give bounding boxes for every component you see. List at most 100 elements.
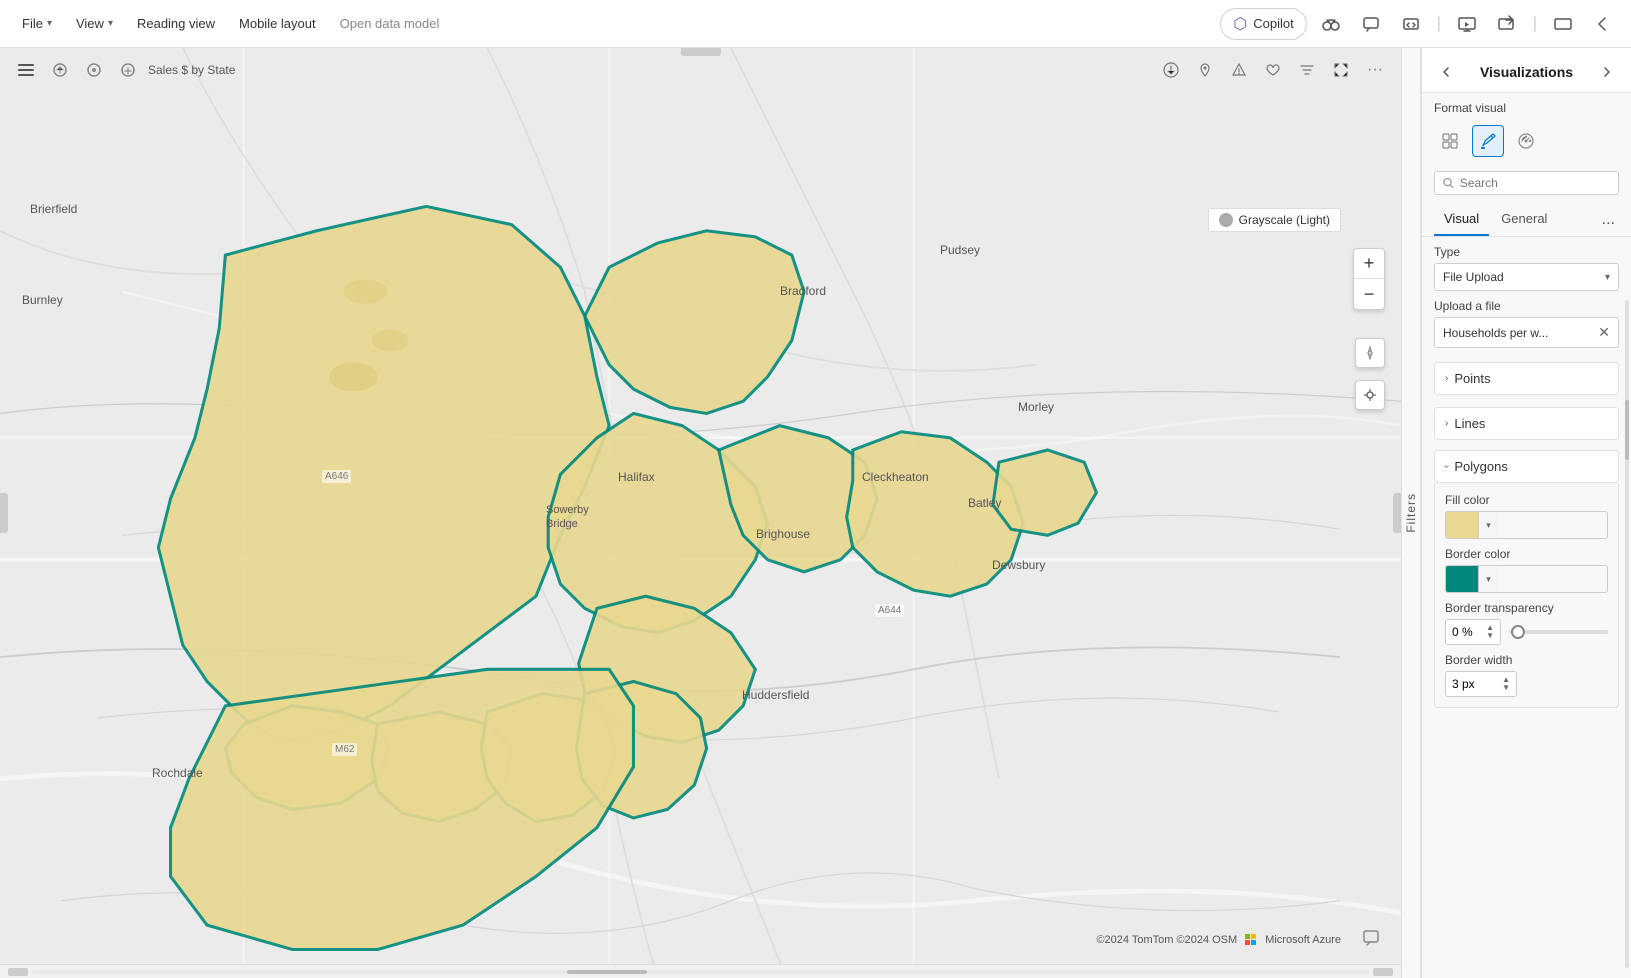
map-compass-btn[interactable] xyxy=(1355,338,1385,368)
collapse-left-icon xyxy=(1439,65,1453,79)
map-more-btn[interactable]: ··· xyxy=(1361,56,1389,84)
viz-grid-icon-btn[interactable] xyxy=(1434,125,1466,157)
tab-more-btn[interactable]: ... xyxy=(1598,207,1619,233)
more-dots-icon: ··· xyxy=(1367,61,1383,79)
border-color-group: Border color ▾ xyxy=(1445,547,1608,593)
back-btn[interactable] xyxy=(1587,8,1619,40)
share-icon xyxy=(1498,15,1516,33)
map-comment-btn[interactable] xyxy=(1357,924,1385,952)
polygons-arrow-icon: › xyxy=(1441,465,1452,468)
fill-color-dropdown-arrow: ▾ xyxy=(1478,511,1498,539)
map-expand-btn[interactable] xyxy=(1327,56,1355,84)
border-color-btn[interactable]: ▾ xyxy=(1445,565,1608,593)
viz-format-icon-btn[interactable] xyxy=(1472,125,1504,157)
map-cursor-btn[interactable] xyxy=(80,56,108,84)
map-icons-right: ··· xyxy=(1157,56,1389,84)
stepper-down-btn[interactable]: ▼ xyxy=(1486,632,1494,640)
fill-color-btn[interactable]: ▾ xyxy=(1445,511,1608,539)
zoom-out-btn[interactable]: − xyxy=(1354,279,1384,309)
upload-clear-btn[interactable]: ✕ xyxy=(1598,324,1610,341)
filters-tab-label: Filters xyxy=(1404,493,1418,533)
tab-general[interactable]: General xyxy=(1491,203,1557,236)
map-like-btn[interactable] xyxy=(1259,56,1287,84)
viz-panel-header: Visualizations xyxy=(1422,48,1631,93)
lines-header[interactable]: › Lines xyxy=(1435,408,1618,439)
tab-visual[interactable]: Visual xyxy=(1434,203,1489,236)
viz-analytics-icon-btn[interactable] xyxy=(1510,125,1542,157)
map-toolbar: Sales $ by State xyxy=(0,56,1401,84)
points-header[interactable]: › Points xyxy=(1435,363,1618,394)
binoculars-btn[interactable] xyxy=(1315,8,1347,40)
fill-color-swatch xyxy=(1446,511,1478,539)
map-pin-btn[interactable] xyxy=(1191,56,1219,84)
map-locate-btn[interactable] xyxy=(1355,380,1385,410)
share2-btn[interactable] xyxy=(1547,8,1579,40)
fill-color-group: Fill color ▾ xyxy=(1445,493,1608,539)
top-resize-handle[interactable] xyxy=(681,48,721,56)
border-width-value: 3 px xyxy=(1452,677,1475,691)
transparency-field[interactable]: 0 % ▲ ▼ xyxy=(1445,619,1501,645)
file-label: File xyxy=(22,16,43,31)
mobile-layout-btn[interactable]: Mobile layout xyxy=(229,10,326,37)
search-input[interactable] xyxy=(1460,176,1610,190)
points-arrow-icon: › xyxy=(1445,373,1448,384)
scroll-right-btn[interactable] xyxy=(1373,968,1393,976)
border-transparency-label: Border transparency xyxy=(1445,601,1608,615)
back-icon xyxy=(1594,15,1612,33)
map-filter-btn[interactable] xyxy=(1293,56,1321,84)
compass-icon xyxy=(1362,345,1378,361)
grayscale-badge: Grayscale (Light) xyxy=(1208,208,1341,232)
viz-panel-scrollbar-track xyxy=(1625,300,1629,968)
viz-search-box[interactable] xyxy=(1434,171,1619,195)
border-width-label: Border width xyxy=(1445,653,1608,667)
hamburger-menu[interactable] xyxy=(12,56,40,84)
viz-panel-scrollbar-thumb[interactable] xyxy=(1625,400,1629,460)
scroll-left-btn[interactable] xyxy=(8,968,28,976)
grayscale-label: Grayscale (Light) xyxy=(1239,213,1330,227)
type-dropdown[interactable]: File Upload ▾ xyxy=(1434,263,1619,291)
viz-icon-bar xyxy=(1422,119,1631,163)
view-menu[interactable]: View ▾ xyxy=(66,10,123,37)
filters-tab[interactable]: Filters xyxy=(1401,48,1421,978)
map-alert-btn[interactable] xyxy=(1225,56,1253,84)
viz-panel-title: Visualizations xyxy=(1480,64,1573,80)
slider-thumb xyxy=(1511,625,1525,639)
map-home-btn[interactable] xyxy=(114,56,142,84)
topbar: File ▾ View ▾ Reading view Mobile layout… xyxy=(0,0,1631,48)
map-title: Sales $ by State xyxy=(148,63,235,77)
embed-btn[interactable] xyxy=(1395,8,1427,40)
transparency-slider[interactable] xyxy=(1509,630,1608,634)
border-width-field[interactable]: 3 px ▲ ▼ xyxy=(1445,671,1517,697)
embed-icon xyxy=(1402,15,1420,33)
comment-icon xyxy=(1362,15,1380,33)
map-download-btn[interactable] xyxy=(1157,56,1185,84)
upload-section: Upload a file Households per w... ✕ xyxy=(1422,299,1631,356)
reading-view-label: Reading view xyxy=(137,16,215,31)
reading-view-btn[interactable]: Reading view xyxy=(127,10,225,37)
polygons-header[interactable]: › Polygons xyxy=(1434,450,1619,483)
present-btn[interactable] xyxy=(1451,8,1483,40)
copilot-button[interactable]: ⬡ Copilot xyxy=(1220,8,1306,40)
azure-icon xyxy=(1245,932,1261,948)
file-menu[interactable]: File ▾ xyxy=(12,10,62,37)
border-width-stepper[interactable]: ▲ ▼ xyxy=(1502,676,1510,692)
transparency-stepper[interactable]: ▲ ▼ xyxy=(1486,624,1494,640)
share-btn[interactable] xyxy=(1491,8,1523,40)
open-data-model-label: Open data model xyxy=(340,16,440,31)
border-width-down-btn[interactable]: ▼ xyxy=(1502,684,1510,692)
left-resize-handle[interactable] xyxy=(0,493,8,533)
panel-expand-right-btn[interactable] xyxy=(1595,60,1619,84)
zoom-in-btn[interactable]: + xyxy=(1354,249,1384,279)
map-up-icon xyxy=(53,63,67,77)
format-paint-icon xyxy=(1479,132,1497,150)
panel-collapse-left-btn[interactable] xyxy=(1434,60,1458,84)
open-data-model-btn[interactable]: Open data model xyxy=(330,10,450,37)
comment-btn[interactable] xyxy=(1355,8,1387,40)
filter-icon xyxy=(1299,62,1315,78)
main-layout: Sales $ by State xyxy=(0,48,1631,978)
share2-icon xyxy=(1554,15,1572,33)
map-up-btn[interactable] xyxy=(46,56,74,84)
type-dropdown-value: File Upload xyxy=(1443,270,1504,284)
right-resize-handle[interactable] xyxy=(1393,493,1401,533)
copyright-text: ©2024 TomTom ©2024 OSM xyxy=(1096,934,1237,946)
